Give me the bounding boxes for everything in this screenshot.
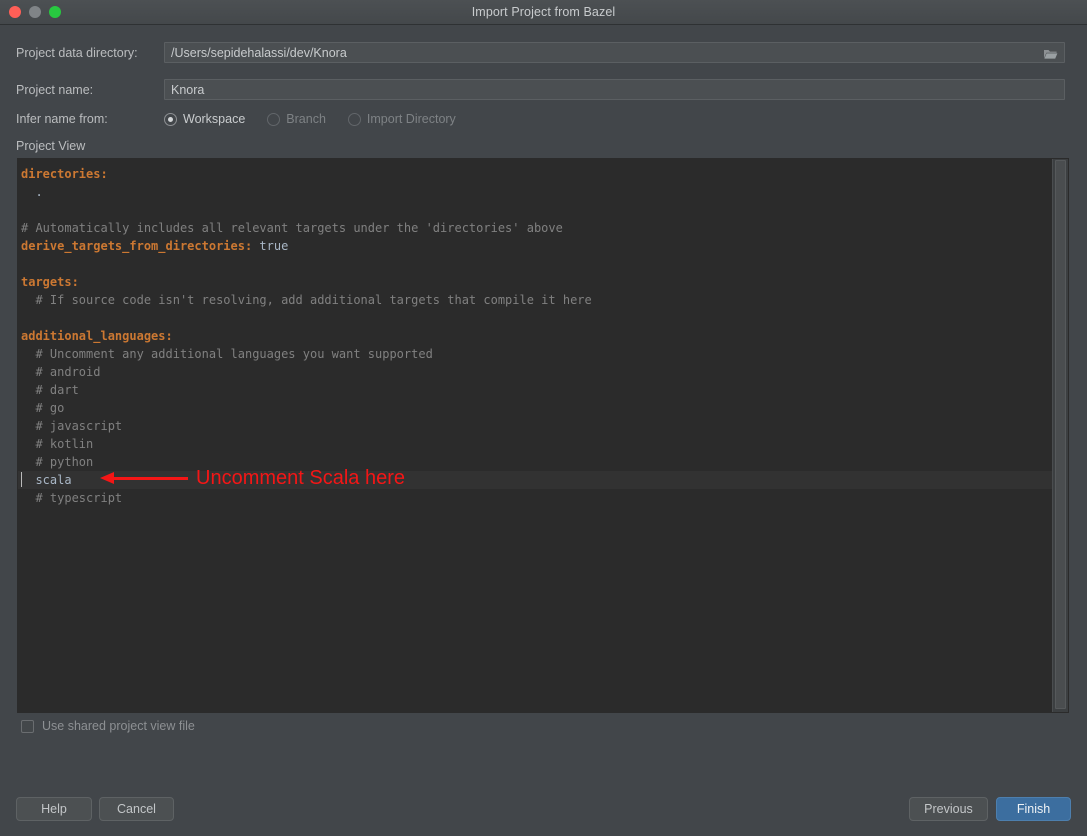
close-window-button[interactable] xyxy=(9,6,21,18)
finish-button[interactable]: Finish xyxy=(996,797,1071,821)
radio-branch[interactable]: Branch xyxy=(267,112,326,126)
project-name-input[interactable]: Knora xyxy=(164,79,1065,100)
help-button[interactable]: Help xyxy=(16,797,92,821)
project-name-label: Project name: xyxy=(16,82,94,97)
code-line[interactable]: # python xyxy=(18,453,1052,471)
use-shared-project-view-label: Use shared project view file xyxy=(42,719,195,733)
minimize-window-button[interactable] xyxy=(29,6,41,18)
zoom-window-button[interactable] xyxy=(49,6,61,18)
previous-button[interactable]: Previous xyxy=(909,797,988,821)
code-line[interactable]: # If source code isn't resolving, add ad… xyxy=(18,291,1052,309)
cancel-button[interactable]: Cancel xyxy=(99,797,174,821)
code-line[interactable]: # go xyxy=(18,399,1052,417)
radio-workspace[interactable]: Workspace xyxy=(164,112,245,126)
text-caret xyxy=(21,472,22,487)
radio-import-directory[interactable]: Import Directory xyxy=(347,112,456,126)
code-line[interactable]: targets: xyxy=(18,273,1052,291)
project-view-editor[interactable]: directories: . # Automatically includes a… xyxy=(17,158,1069,713)
project-data-directory-label: Project data directory: xyxy=(16,45,138,60)
code-line[interactable]: scala xyxy=(18,471,1052,489)
window-controls xyxy=(9,6,61,18)
project-name-value: Knora xyxy=(171,82,205,97)
code-line[interactable]: # typescript xyxy=(18,489,1052,507)
project-data-directory-row: Project data directory: /Users/sepidehal… xyxy=(16,42,1071,63)
infer-name-from-row: Infer name from: Workspace Branch Import… xyxy=(16,112,478,126)
code-line[interactable]: # Uncomment any additional languages you… xyxy=(18,345,1052,363)
editor-scrollbar-thumb[interactable] xyxy=(1055,160,1066,709)
infer-name-from-label: Infer name from: xyxy=(16,112,108,126)
radio-workspace-mark xyxy=(164,112,177,126)
editor-vertical-scrollbar[interactable] xyxy=(1052,159,1068,712)
code-line[interactable]: # android xyxy=(18,363,1052,381)
code-line[interactable] xyxy=(18,201,1052,219)
radio-import-directory-mark xyxy=(347,112,361,126)
window-titlebar: Import Project from Bazel xyxy=(0,0,1087,25)
window-title: Import Project from Bazel xyxy=(471,5,616,19)
radio-branch-label: Branch xyxy=(286,112,326,126)
project-data-directory-input[interactable]: /Users/sepidehalassi/dev/Knora xyxy=(164,42,1065,63)
project-view-label: Project View xyxy=(16,139,86,153)
code-line[interactable]: additional_languages: xyxy=(18,327,1052,345)
code-line[interactable]: # kotlin xyxy=(18,435,1052,453)
project-view-editor-content[interactable]: directories: . # Automatically includes a… xyxy=(18,159,1052,712)
radio-workspace-label: Workspace xyxy=(183,112,246,126)
use-shared-project-view-checkbox[interactable]: Use shared project view file xyxy=(21,719,195,733)
radio-branch-mark xyxy=(267,112,281,126)
folder-icon[interactable] xyxy=(1038,44,1063,63)
project-name-row: Project name: Knora xyxy=(16,79,1071,100)
code-line[interactable]: . xyxy=(18,183,1052,201)
checkbox-mark xyxy=(21,719,34,733)
radio-import-directory-label: Import Directory xyxy=(366,112,456,126)
code-line[interactable] xyxy=(18,309,1052,327)
code-line[interactable]: # dart xyxy=(18,381,1052,399)
code-line[interactable]: directories: xyxy=(18,165,1052,183)
project-data-directory-value: /Users/sepidehalassi/dev/Knora xyxy=(171,45,347,60)
code-line[interactable]: derive_targets_from_directories: true xyxy=(18,237,1052,255)
import-project-dialog: Import Project from Bazel Project data d… xyxy=(0,0,1087,836)
code-line[interactable]: # javascript xyxy=(18,417,1052,435)
code-line[interactable]: # Automatically includes all relevant ta… xyxy=(18,219,1052,237)
code-line[interactable] xyxy=(18,255,1052,273)
